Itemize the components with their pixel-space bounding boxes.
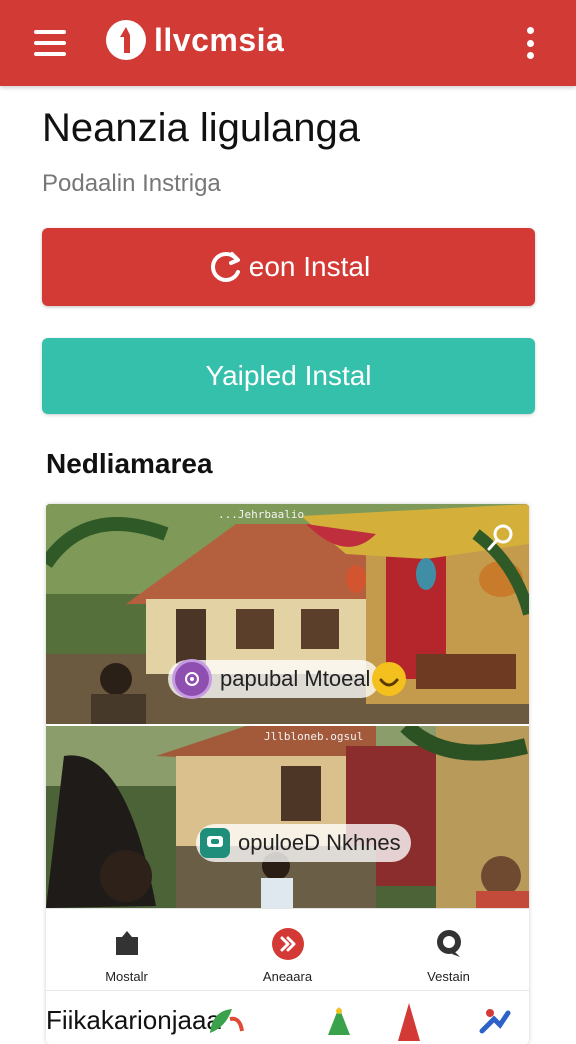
media-2-chip[interactable]: opuloeD Nkhnes	[196, 824, 411, 862]
leaf-icon	[210, 1009, 244, 1033]
media-1-chip-label: papubal Mtoeal	[220, 666, 371, 691]
media-1-chip[interactable]: papubal Mtoeal	[168, 659, 381, 699]
primary-install-label: eon Instal	[248, 251, 371, 282]
app-bar: llvcmsia	[0, 0, 576, 86]
hamburger-icon[interactable]	[28, 26, 72, 60]
media-card: ...Jehrbaalio papubal Mtoeal Jllbloneb.o…	[46, 504, 529, 1044]
eye-icon	[172, 659, 212, 699]
card-bottom-nav: Mostalr Aneaara Vestain	[46, 908, 529, 991]
nav-item-2[interactable]: Aneaara	[207, 909, 368, 991]
nav-item-3-label: Vestain	[427, 969, 470, 984]
refresh-icon	[210, 252, 240, 282]
shield-icon	[116, 931, 138, 955]
media-1-caption: ...Jehrbaalio	[218, 508, 305, 521]
nav-item-1[interactable]: Mostalr	[46, 909, 207, 991]
nav-item-1-label: Mostalr	[105, 969, 148, 984]
secondary-install-button[interactable]: Yaipled Instal	[42, 338, 535, 414]
media-image-2[interactable]: Jllbloneb.ogsul opuloeD Nkhnes	[46, 726, 529, 908]
media-image-1[interactable]: ...Jehrbaalio papubal Mtoeal	[46, 504, 529, 724]
page-title: Neanzia ligulanga	[42, 106, 361, 150]
app-logo-icon	[106, 20, 146, 60]
chat-icon	[200, 828, 230, 858]
more-content-row[interactable]: Fiikakarionjaaa	[46, 990, 529, 1044]
more-row-label: Fiikakarionjaaa	[46, 1005, 221, 1035]
tree-icon	[328, 1007, 350, 1035]
sparkle-icon	[479, 1009, 511, 1034]
primary-install-button[interactable]: eon Instal	[42, 228, 535, 306]
more-vertical-icon[interactable]	[516, 24, 544, 62]
forward-icon	[272, 928, 304, 960]
media-2-caption: Jllbloneb.ogsul	[264, 730, 364, 743]
page-subtitle: Podaalin Instriga	[42, 170, 221, 197]
section-title: Nedliamarea	[46, 448, 213, 479]
village-scene-image	[46, 726, 529, 908]
search-icon[interactable]	[484, 520, 518, 554]
app-title: llvcmsia	[154, 22, 285, 58]
nav-item-2-label: Aneaara	[262, 969, 313, 984]
smile-icon[interactable]	[372, 662, 406, 696]
chat-bubble-icon	[437, 930, 461, 957]
nav-item-3[interactable]: Vestain	[368, 909, 529, 991]
flag-icon	[398, 1003, 420, 1041]
media-2-chip-label: opuloeD Nkhnes	[238, 830, 401, 855]
secondary-install-label: Yaipled Instal	[205, 360, 372, 391]
